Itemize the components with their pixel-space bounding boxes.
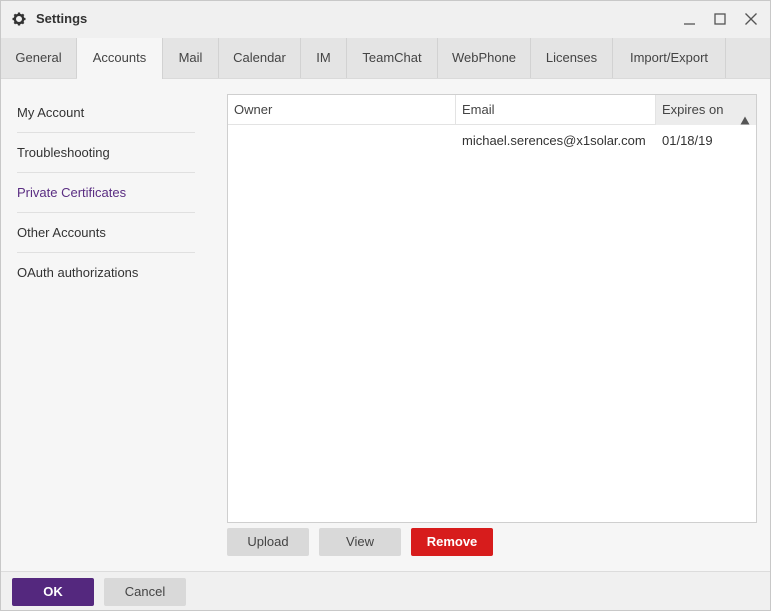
column-header-email[interactable]: Email bbox=[456, 95, 656, 125]
view-button[interactable]: View bbox=[319, 528, 401, 556]
tab-teamchat[interactable]: TeamChat bbox=[347, 38, 438, 78]
gear-icon bbox=[12, 10, 28, 28]
title-bar[interactable]: Settings bbox=[1, 1, 770, 38]
tab-calendar[interactable]: Calendar bbox=[219, 38, 301, 78]
window-title: Settings bbox=[36, 11, 88, 26]
maximize-icon[interactable] bbox=[709, 8, 731, 30]
tab-mail[interactable]: Mail bbox=[163, 38, 219, 78]
table-row[interactable]: michael.serences@x1solar.com 01/18/19 bbox=[228, 126, 756, 156]
close-icon[interactable] bbox=[740, 8, 762, 30]
sidebar-item-private-certificates[interactable]: Private Certificates bbox=[17, 173, 195, 213]
sidebar-item-my-account[interactable]: My Account bbox=[17, 93, 195, 133]
table-header: Owner Email Expires on bbox=[228, 95, 756, 125]
settings-sidebar: My Account Troubleshooting Private Certi… bbox=[1, 79, 211, 571]
certificates-table: Owner Email Expires on michael.serences@… bbox=[227, 94, 757, 523]
remove-button[interactable]: Remove bbox=[411, 528, 493, 556]
dialog-footer: OK Cancel bbox=[1, 571, 770, 610]
tab-licenses[interactable]: Licenses bbox=[531, 38, 613, 78]
sidebar-item-oauth-authorizations[interactable]: OAuth authorizations bbox=[17, 253, 195, 293]
sidebar-item-other-accounts[interactable]: Other Accounts bbox=[17, 213, 195, 253]
cancel-button[interactable]: Cancel bbox=[104, 578, 186, 606]
tab-general[interactable]: General bbox=[1, 38, 77, 78]
cell-owner bbox=[228, 126, 456, 156]
tab-im[interactable]: IM bbox=[301, 38, 347, 78]
settings-window: Settings General Accounts Mail Calendar … bbox=[0, 0, 771, 611]
tab-bar: General Accounts Mail Calendar IM TeamCh… bbox=[1, 38, 770, 79]
column-header-expires-label: Expires on bbox=[662, 102, 724, 117]
column-header-expires-on[interactable]: Expires on bbox=[656, 95, 756, 125]
ok-button[interactable]: OK bbox=[12, 578, 94, 606]
cell-expires-on: 01/18/19 bbox=[662, 133, 713, 148]
sort-ascending-icon bbox=[740, 106, 750, 125]
tab-import-export[interactable]: Import/Export bbox=[613, 38, 726, 78]
column-header-owner[interactable]: Owner bbox=[228, 95, 456, 125]
sidebar-item-troubleshooting[interactable]: Troubleshooting bbox=[17, 133, 195, 173]
tab-accounts[interactable]: Accounts bbox=[77, 38, 163, 79]
minimize-icon[interactable] bbox=[679, 8, 701, 30]
upload-button[interactable]: Upload bbox=[227, 528, 309, 556]
tab-webphone[interactable]: WebPhone bbox=[438, 38, 531, 78]
cell-email: michael.serences@x1solar.com bbox=[462, 133, 646, 148]
